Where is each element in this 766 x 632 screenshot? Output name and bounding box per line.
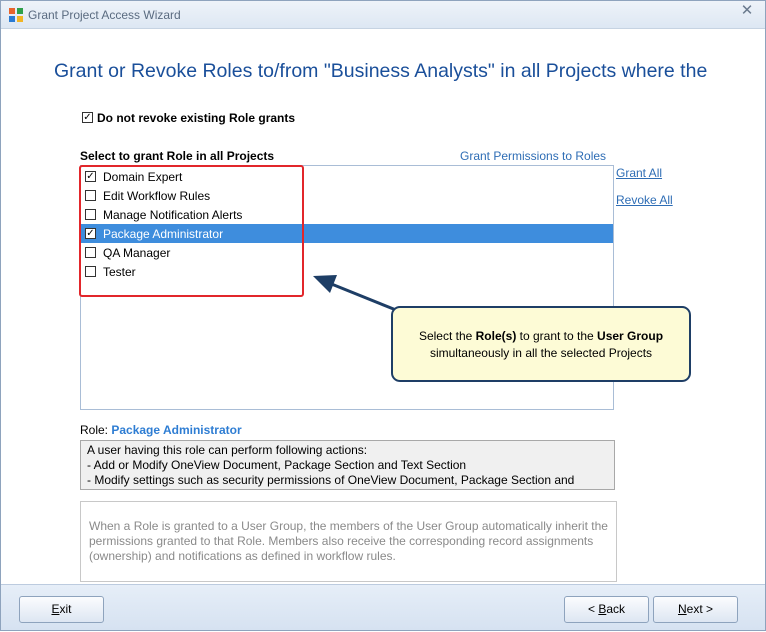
role-caption: Role: Package Administrator xyxy=(80,423,242,437)
exit-button[interactable]: Exit xyxy=(19,596,104,623)
callout-line-2: simultaneously in all the selected Proje… xyxy=(429,346,653,360)
callout-line-1: Select the Role(s) to grant to the User … xyxy=(418,329,664,343)
wizard-window: Grant Project Access Wizard ✕ Grant or R… xyxy=(0,0,766,631)
back-button[interactable]: < Back xyxy=(564,596,649,623)
next-button[interactable]: Next > xyxy=(653,596,738,623)
role-description-line: A user having this role can perform foll… xyxy=(87,443,368,457)
info-text-box: When a Role is granted to a User Group, … xyxy=(80,501,617,582)
instruction-callout: Select the Role(s) to grant to the User … xyxy=(391,306,691,382)
role-description-box[interactable]: A user having this role can perform foll… xyxy=(80,440,615,490)
selected-role-name: Package Administrator xyxy=(111,423,242,437)
role-description-line: - Add or Modify OneView Document, Packag… xyxy=(87,458,467,472)
wizard-footer: Exit < Back Next > xyxy=(1,584,765,630)
role-description-line: - Modify settings such as security permi… xyxy=(87,473,575,487)
